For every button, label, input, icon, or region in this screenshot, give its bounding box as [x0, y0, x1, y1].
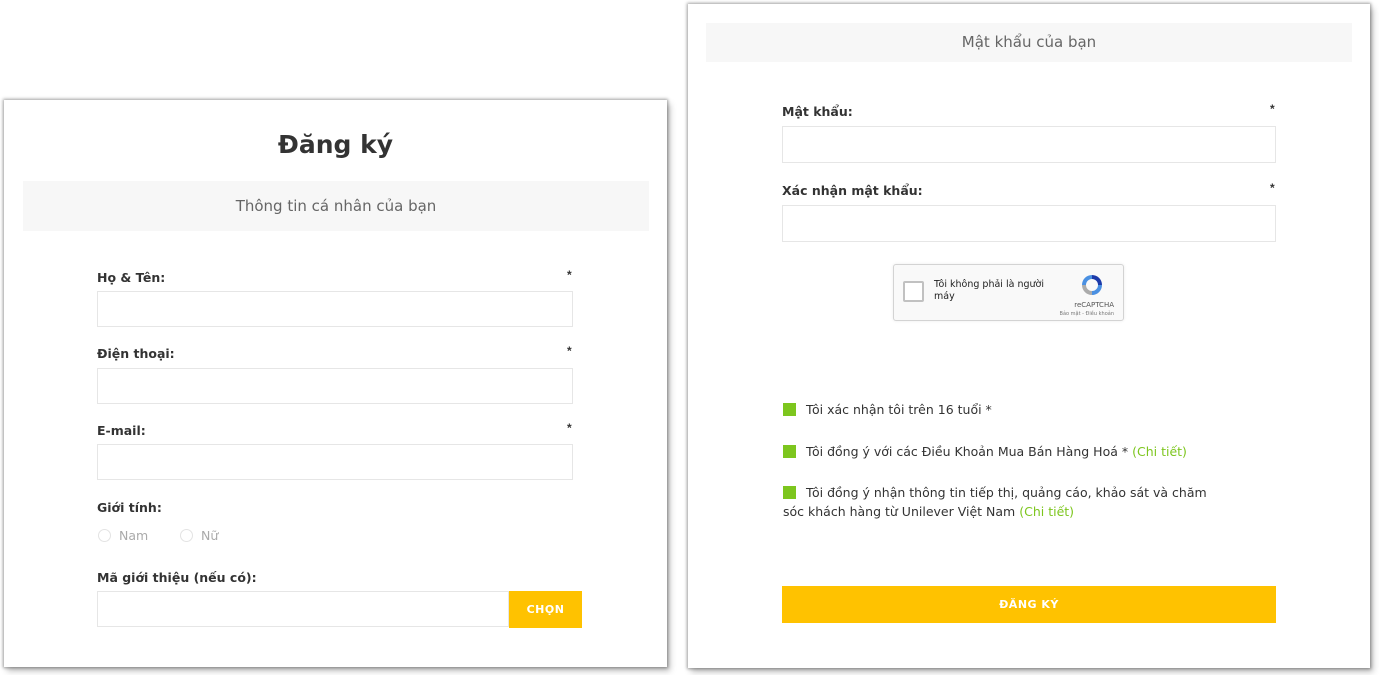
gender-option-female-label: Nữ: [201, 528, 219, 543]
consent-terms: Tôi đồng ý với các Điều Khoản Mua Bán Hà…: [783, 442, 1283, 461]
consent-terms-text: Tôi đồng ý với các Điều Khoản Mua Bán Hà…: [806, 444, 1129, 459]
referral-code-input[interactable]: [97, 591, 509, 627]
choose-referral-button[interactable]: CHỌN: [509, 591, 582, 628]
fullname-label: Họ & Tên:: [97, 270, 166, 285]
gender-radio-female[interactable]: Nữ: [180, 528, 218, 543]
referral-code-label: Mã giới thiệu (nếu có):: [97, 570, 257, 585]
consent-marketing: Tôi đồng ý nhận thông tin tiếp thị, quản…: [783, 483, 1223, 521]
recaptcha-privacy-terms[interactable]: Bảo mật - Điều khoản: [1060, 311, 1114, 317]
personal-info-panel: Đăng ký Thông tin cá nhân của bạn Họ & T…: [4, 100, 667, 667]
consent-marketing-detail-link[interactable]: (Chi tiết): [1019, 504, 1074, 519]
page-title: Đăng ký: [277, 130, 394, 159]
phone-label: Điện thoại:: [97, 346, 175, 361]
consent-marketing-text: Tôi đồng ý nhận thông tin tiếp thị, quản…: [783, 485, 1207, 519]
email-input[interactable]: [97, 444, 573, 480]
recaptcha-widget: Tôi không phải là người máy reCAPTCHA Bả…: [893, 264, 1124, 321]
recaptcha-label: Tôi không phải là người máy: [934, 279, 1044, 302]
personal-info-section-header: Thông tin cá nhân của bạn: [23, 181, 649, 231]
phone-required-mark: *: [567, 344, 572, 358]
consent-age-checkbox[interactable]: [783, 403, 796, 416]
consent-terms-checkbox[interactable]: [783, 445, 796, 458]
password-required-mark: *: [1270, 102, 1275, 116]
phone-input[interactable]: [97, 368, 573, 404]
confirm-password-input[interactable]: [782, 205, 1276, 242]
fullname-input[interactable]: [97, 291, 573, 327]
consent-age: Tôi xác nhận tôi trên 16 tuổi *: [783, 400, 1283, 419]
confirm-password-label: Xác nhận mật khẩu:: [782, 183, 923, 198]
register-submit-button[interactable]: ĐĂNG KÝ: [782, 586, 1276, 623]
password-label: Mật khẩu:: [782, 104, 853, 119]
fullname-required-mark: *: [567, 268, 572, 282]
radio-circle-icon[interactable]: [180, 529, 193, 542]
email-required-mark: *: [567, 421, 572, 435]
confirm-password-required-mark: *: [1270, 181, 1275, 195]
consent-terms-detail-link[interactable]: (Chi tiết): [1132, 444, 1187, 459]
recaptcha-logo-icon: [1082, 275, 1102, 295]
gender-option-male-label: Nam: [119, 528, 149, 543]
password-section-header: Mật khẩu của bạn: [706, 23, 1352, 62]
consent-age-text: Tôi xác nhận tôi trên 16 tuổi *: [806, 402, 992, 417]
recaptcha-checkbox[interactable]: [903, 281, 924, 302]
consent-marketing-checkbox[interactable]: [783, 486, 796, 499]
email-label: E-mail:: [97, 423, 146, 438]
recaptcha-brand: reCAPTCHA: [1074, 301, 1114, 309]
password-input[interactable]: [782, 126, 1276, 163]
password-panel: Mật khẩu của bạn Mật khẩu: * Xác nhận mậ…: [688, 4, 1370, 668]
gender-label: Giới tính:: [97, 500, 162, 515]
radio-circle-icon[interactable]: [98, 529, 111, 542]
gender-radio-male[interactable]: Nam: [98, 528, 148, 543]
